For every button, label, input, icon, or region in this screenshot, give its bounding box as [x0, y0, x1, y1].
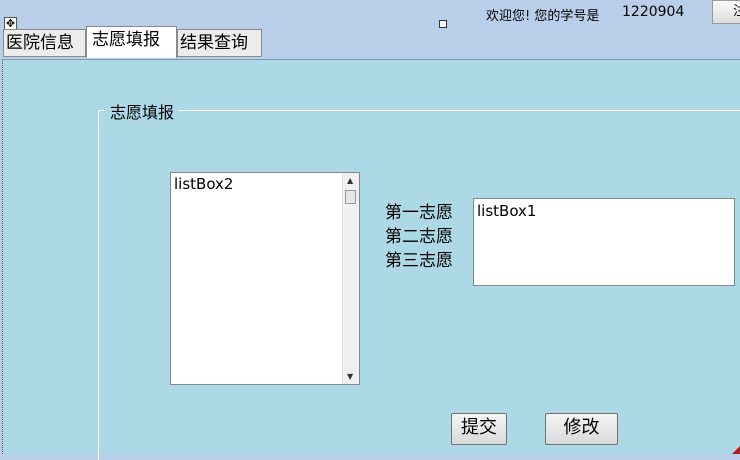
tab-content-panel: 志愿填报 listBox2 ▲ ▼ 第一志愿 第二志愿 第三志愿 listBox… [2, 59, 740, 460]
hospital-listbox[interactable]: listBox2 ▲ ▼ [170, 172, 360, 385]
vertical-scrollbar[interactable]: ▲ ▼ [342, 173, 359, 384]
arrow-up-icon[interactable]: ▲ [347, 176, 353, 185]
third-choice-label: 第三志愿 [385, 251, 453, 271]
selection-handle[interactable] [439, 20, 447, 28]
welcome-text: 欢迎您! 您的学号是 [486, 9, 600, 24]
scrollbar-thumb[interactable] [345, 190, 356, 204]
tab-application[interactable]: 志愿填报 [86, 26, 177, 58]
tab-label: 医院信息 [6, 33, 74, 53]
first-choice-label: 第一志愿 [385, 203, 453, 223]
submit-button[interactable]: 提交 [451, 413, 507, 445]
tab-hospital-info[interactable]: 医院信息 [3, 29, 86, 57]
application-groupbox: 志愿填报 listBox2 ▲ ▼ 第一志愿 第二志愿 第三志愿 listBox… [98, 99, 740, 460]
top-right-button[interactable]: 注 [712, 0, 740, 24]
corner-marker [732, 444, 740, 454]
student-number: 1220904 [622, 4, 685, 20]
top-right-button-label: 注 [733, 4, 740, 19]
choice-labels: 第一志愿 第二志愿 第三志愿 [385, 201, 453, 273]
tab-label: 结果查询 [180, 33, 248, 53]
arrow-down-icon[interactable]: ▼ [347, 372, 353, 381]
tab-label: 志愿填报 [92, 30, 160, 50]
list-item[interactable]: listBox1 [477, 202, 536, 220]
modify-button[interactable]: 修改 [545, 413, 618, 445]
tab-results[interactable]: 结果查询 [177, 29, 262, 57]
second-choice-label: 第二志愿 [385, 227, 453, 247]
groupbox-title: 志愿填报 [106, 99, 179, 123]
list-item[interactable]: listBox2 [174, 175, 233, 193]
choices-listbox[interactable]: listBox1 [473, 198, 735, 286]
